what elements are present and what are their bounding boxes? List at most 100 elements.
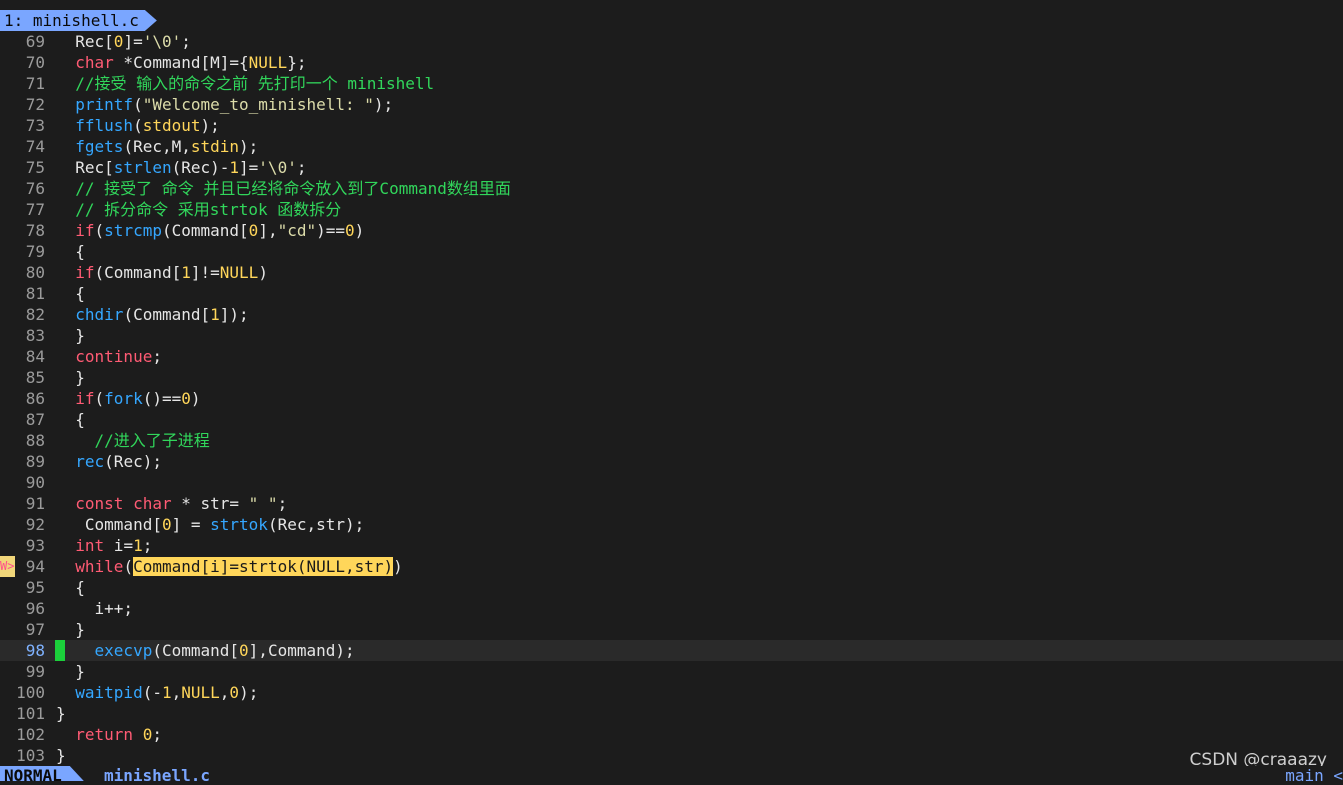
code-line[interactable]: 95 { — [0, 577, 1343, 598]
line-number: 80 — [25, 263, 45, 282]
line-number: 90 — [25, 473, 45, 492]
code-line[interactable]: W> 94 while(Command[i]=strtok(NULL,str)) — [0, 556, 1343, 577]
line-number: 77 — [25, 200, 45, 219]
code-text[interactable]: // 接受了 命令 并且已经将命令放入到了Command数组里面 — [56, 178, 511, 199]
code-line[interactable]: 79 { — [0, 241, 1343, 262]
line-number: 85 — [25, 368, 45, 387]
code-line[interactable]: 102 return 0; — [0, 724, 1343, 745]
code-line[interactable]: 80 if(Command[1]!=NULL) — [0, 262, 1343, 283]
code-line[interactable]: 83 } — [0, 325, 1343, 346]
code-line[interactable]: 82 chdir(Command[1]); — [0, 304, 1343, 325]
status-filename: minishell.c — [104, 766, 210, 785]
line-number: 71 — [25, 74, 45, 93]
line-number: 76 — [25, 179, 45, 198]
code-line[interactable]: 85 } — [0, 367, 1343, 388]
code-text[interactable]: char *Command[M]={NULL}; — [56, 52, 306, 73]
code-line[interactable]: 99 } — [0, 661, 1343, 682]
code-line[interactable]: 91 const char * str= " "; — [0, 493, 1343, 514]
code-line[interactable]: 69 Rec[0]='\0'; — [0, 31, 1343, 52]
code-line[interactable]: 97 } — [0, 619, 1343, 640]
code-line[interactable]: 103} — [0, 745, 1343, 766]
code-line[interactable]: 81 { — [0, 283, 1343, 304]
code-text[interactable]: execvp(Command[0],Command); — [56, 640, 355, 661]
code-text[interactable]: //进入了子进程 — [56, 430, 210, 451]
line-number: 81 — [25, 284, 45, 303]
code-text[interactable]: if(Command[1]!=NULL) — [56, 262, 268, 283]
line-number: 94 — [25, 557, 45, 576]
code-line[interactable]: 75 Rec[strlen(Rec)-1]='\0'; — [0, 157, 1343, 178]
line-number: 103 — [16, 746, 45, 765]
code-line[interactable]: 73 fflush(stdout); — [0, 115, 1343, 136]
code-text[interactable]: chdir(Command[1]); — [56, 304, 248, 325]
code-line[interactable]: 92 Command[0] = strtok(Rec,str); — [0, 514, 1343, 535]
code-text[interactable]: continue; — [56, 346, 162, 367]
line-number: 100 — [16, 683, 45, 702]
code-text[interactable]: // 拆分命令 采用strtok 函数拆分 — [56, 199, 341, 220]
code-line[interactable]: 76 // 接受了 命令 并且已经将命令放入到了Command数组里面 — [0, 178, 1343, 199]
code-text[interactable]: if(strcmp(Command[0],"cd")==0) — [56, 220, 364, 241]
line-number: 99 — [25, 662, 45, 681]
code-text[interactable]: } — [56, 367, 85, 388]
code-text[interactable]: } — [56, 325, 85, 346]
code-line[interactable]: 96 i++; — [0, 598, 1343, 619]
code-line[interactable]: 101} — [0, 703, 1343, 724]
code-text[interactable]: if(fork()==0) — [56, 388, 200, 409]
code-text[interactable]: return 0; — [56, 724, 162, 745]
code-line[interactable]: 84 continue; — [0, 346, 1343, 367]
code-editor[interactable]: 69 Rec[0]='\0'; 70 char *Command[M]={NULL… — [0, 31, 1343, 766]
line-number: 73 — [25, 116, 45, 135]
code-text[interactable]: Rec[strlen(Rec)-1]='\0'; — [56, 157, 306, 178]
code-text[interactable]: { — [56, 577, 85, 598]
code-text[interactable]: Rec[0]='\0'; — [56, 31, 191, 52]
mode-indicator: NORMAL — [0, 766, 84, 781]
statusline: NORMAL minishell.c main < — [0, 766, 1343, 785]
code-line[interactable]: 98 execvp(Command[0],Command); — [0, 640, 1343, 661]
line-number: 75 — [25, 158, 45, 177]
code-line[interactable]: 87 { — [0, 409, 1343, 430]
line-number: 98 — [25, 641, 45, 660]
code-line[interactable]: 89 rec(Rec); — [0, 451, 1343, 472]
line-number: 91 — [25, 494, 45, 513]
code-text[interactable]: { — [56, 409, 85, 430]
status-branch: main < — [1285, 766, 1343, 785]
tab-minishell[interactable]: 1: minishell.c — [0, 10, 157, 31]
code-text[interactable]: while(Command[i]=strtok(NULL,str)) — [56, 556, 403, 577]
code-line[interactable]: 70 char *Command[M]={NULL}; — [0, 52, 1343, 73]
code-text[interactable]: } — [56, 703, 66, 724]
code-text[interactable]: waitpid(-1,NULL,0); — [56, 682, 258, 703]
line-number: 83 — [25, 326, 45, 345]
line-number: 82 — [25, 305, 45, 324]
code-text[interactable]: rec(Rec); — [56, 451, 162, 472]
code-line[interactable]: 100 waitpid(-1,NULL,0); — [0, 682, 1343, 703]
line-number: 69 — [25, 32, 45, 51]
line-number: 93 — [25, 536, 45, 555]
code-text[interactable]: } — [56, 745, 66, 766]
code-line[interactable]: 93 int i=1; — [0, 535, 1343, 556]
line-number: 95 — [25, 578, 45, 597]
line-number: 78 — [25, 221, 45, 240]
line-number: 86 — [25, 389, 45, 408]
code-text[interactable]: int i=1; — [56, 535, 152, 556]
tabline: 1: minishell.c — [0, 0, 1343, 32]
code-line[interactable]: 77 // 拆分命令 采用strtok 函数拆分 — [0, 199, 1343, 220]
line-number: 88 — [25, 431, 45, 450]
code-text[interactable]: { — [56, 283, 85, 304]
code-text[interactable]: fflush(stdout); — [56, 115, 220, 136]
code-text[interactable]: const char * str= " "; — [56, 493, 287, 514]
code-text[interactable]: Command[0] = strtok(Rec,str); — [56, 514, 364, 535]
code-text[interactable]: //接受 输入的命令之前 先打印一个 minishell — [56, 73, 434, 94]
code-line[interactable]: 86 if(fork()==0) — [0, 388, 1343, 409]
code-text[interactable]: } — [56, 619, 85, 640]
code-text[interactable]: i++; — [56, 598, 134, 619]
code-text[interactable]: { — [56, 241, 85, 262]
code-line[interactable]: 90 — [0, 472, 1343, 493]
code-text[interactable]: fgets(Rec,M,stdin); — [56, 136, 258, 157]
code-text[interactable]: } — [56, 661, 85, 682]
code-line[interactable]: 71 //接受 输入的命令之前 先打印一个 minishell — [0, 73, 1343, 94]
line-number: 87 — [25, 410, 45, 429]
code-line[interactable]: 72 printf("Welcome_to_minishell: "); — [0, 94, 1343, 115]
code-text[interactable]: printf("Welcome_to_minishell: "); — [56, 94, 393, 115]
code-line[interactable]: 88 //进入了子进程 — [0, 430, 1343, 451]
code-line[interactable]: 78 if(strcmp(Command[0],"cd")==0) — [0, 220, 1343, 241]
code-line[interactable]: 74 fgets(Rec,M,stdin); — [0, 136, 1343, 157]
